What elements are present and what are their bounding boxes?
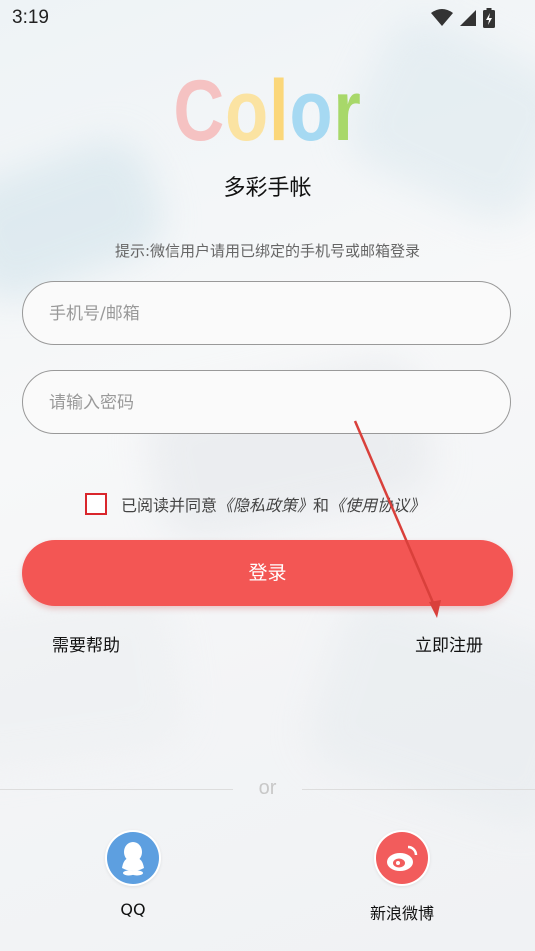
app-logo: Color [48,66,487,156]
logo-letter: r [333,63,362,159]
weibo-icon [376,832,428,884]
qq-label: QQ [120,900,146,919]
logo-letter: o [289,63,334,159]
status-time: 3:19 [12,7,49,28]
app-subtitle: 多彩手帐 [223,176,312,201]
agree-checkbox[interactable] [85,493,107,515]
weibo-label: 新浪微博 [369,904,434,923]
phone-email-input[interactable] [47,282,491,346]
phone-email-field[interactable] [22,281,511,346]
logo-letter: o [225,63,270,159]
help-link[interactable]: 需要帮助 [52,631,120,656]
wifi-icon [431,9,453,26]
logo-letter: l [269,63,290,159]
terms-link[interactable]: 《使用协议》 [329,492,425,516]
weibo-login-button[interactable]: 新浪微博 [342,830,462,924]
qq-icon [107,832,159,884]
status-bar: 3:19 [0,0,535,36]
agreement-row: 已阅读并同意 《隐私政策》 和 《使用协议》 [85,490,425,518]
password-field[interactable] [22,370,511,435]
login-hint: 提示:微信用户请用已绑定的手机号或邮箱登录 [114,242,421,260]
privacy-policy-link[interactable]: 《隐私政策》 [217,492,313,516]
agree-prefix: 已阅读并同意 [121,496,218,515]
password-input[interactable] [47,371,491,435]
or-divider-text: or [258,777,277,799]
qq-login-button[interactable]: QQ [73,830,193,919]
agree-and: 和 [313,496,330,515]
battery-charging-icon [483,8,495,28]
logo-letter: C [173,63,226,159]
signal-icon [460,10,476,26]
register-link[interactable]: 立即注册 [415,631,483,656]
login-button[interactable]: 登录 [22,540,513,606]
